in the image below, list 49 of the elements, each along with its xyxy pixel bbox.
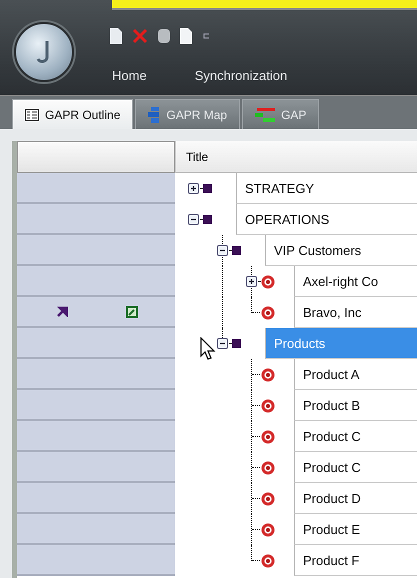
square-icon <box>203 215 212 224</box>
mouse-pointer-icon <box>200 337 216 361</box>
ribbon-tab[interactable]: Home <box>88 65 171 86</box>
ribbon-tab[interactable]: Synchronization <box>170 65 312 86</box>
target-icon <box>261 430 275 444</box>
list-icon <box>25 108 39 120</box>
new-document-icon[interactable] <box>110 28 122 44</box>
bars-icon <box>255 108 276 122</box>
tree-item[interactable]: OPERATIONS <box>236 204 417 235</box>
minus-icon <box>219 340 226 347</box>
target-icon <box>261 368 275 382</box>
minus-icon <box>190 216 197 223</box>
stack-icon <box>148 106 160 122</box>
tree-item[interactable]: Bravo, Inc <box>294 297 417 328</box>
target-icon <box>261 398 275 412</box>
tree-item[interactable]: Product E <box>294 514 417 545</box>
tree-item[interactable]: Axel-right Co <box>294 266 417 297</box>
collapse-button[interactable] <box>217 338 228 349</box>
minus-icon <box>219 247 226 254</box>
tree-item[interactable]: Product A <box>294 359 417 390</box>
target-icon <box>261 460 275 474</box>
arrow-icon[interactable] <box>57 306 68 317</box>
tree-item[interactable]: Product C <box>294 452 417 483</box>
square-icon <box>232 339 241 348</box>
plus-icon <box>248 278 255 285</box>
app-menu-button[interactable] <box>14 22 74 82</box>
document-icon[interactable] <box>180 28 192 44</box>
expand-button[interactable] <box>188 183 199 194</box>
tree-item[interactable]: Product B <box>294 390 417 421</box>
square-icon <box>203 184 212 193</box>
document-tab[interactable]: GAPR Outline <box>12 99 134 129</box>
edit-icon[interactable] <box>126 306 138 318</box>
tree-item[interactable]: Product D <box>294 483 417 514</box>
customize-icon[interactable] <box>202 32 210 40</box>
tree-item[interactable]: VIP Customers <box>265 235 417 266</box>
tree-item[interactable]: STRATEGY <box>236 173 417 204</box>
target-icon <box>261 522 275 536</box>
target-icon <box>261 306 275 320</box>
collapse-button[interactable] <box>217 245 228 256</box>
collapse-button[interactable] <box>188 214 199 225</box>
tree-item[interactable]: Product F <box>294 545 417 576</box>
tree-item[interactable]: Product C <box>294 421 417 452</box>
plus-icon <box>190 185 197 192</box>
target-icon <box>261 554 275 568</box>
square-icon <box>232 246 241 255</box>
target-icon <box>261 492 275 506</box>
target-icon <box>261 274 275 288</box>
column-header[interactable]: Title <box>175 141 417 173</box>
expand-button[interactable] <box>246 276 257 287</box>
